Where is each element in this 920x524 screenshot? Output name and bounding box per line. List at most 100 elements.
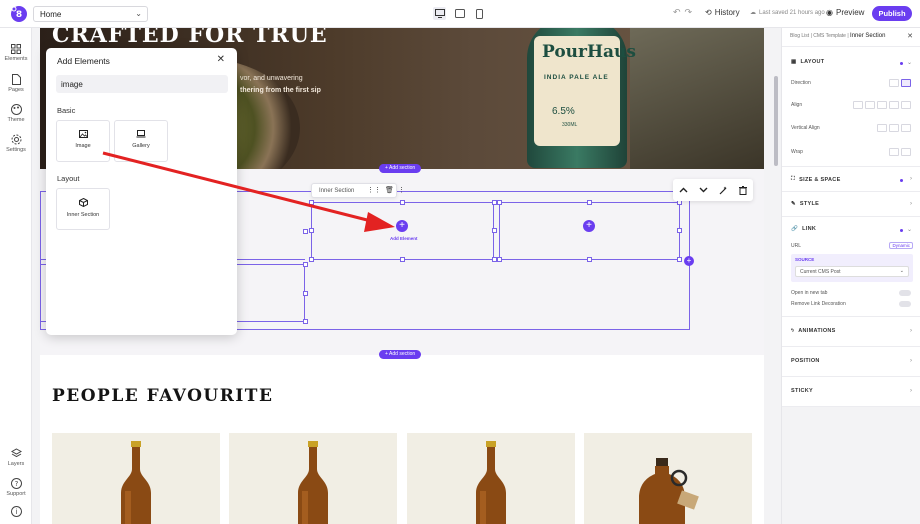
resize-handle[interactable] [303,319,308,324]
element-tile-image[interactable]: Image [56,120,110,162]
add-column-button[interactable]: + [684,256,694,266]
magic-wand-icon[interactable] [719,186,728,195]
info-icon: i [10,506,22,517]
element-search-input[interactable] [56,75,228,93]
vertical-align-option-button[interactable] [877,124,887,132]
publish-button[interactable]: Publish [872,6,912,21]
direction-row-button[interactable] [889,79,899,87]
vertical-align-label: Vertical Align [791,125,820,131]
section-header-label: LINK [802,226,817,232]
sidebar-item-settings[interactable]: Settings [0,134,32,153]
dynamic-badge[interactable]: Dynamic [889,242,913,249]
add-section-button[interactable]: + Add section [379,164,422,173]
app-logo-icon[interactable]: 8 [10,5,28,23]
style-section-header[interactable]: ✎ STYLE [791,201,819,207]
resize-handle[interactable] [400,257,405,262]
close-icon[interactable]: ✕ [907,32,913,40]
link-section-header[interactable]: 🔗 LINK [791,226,816,232]
resize-handle[interactable] [497,200,502,205]
sidebar-item-info[interactable]: i [0,506,32,519]
direction-column-button[interactable] [901,79,911,87]
align-option-button[interactable] [853,101,863,109]
desktop-view-button[interactable] [433,7,446,20]
undo-icon[interactable]: ↶ [673,7,685,17]
resize-handle[interactable] [400,200,405,205]
sticky-section-header[interactable]: STICKY [791,388,813,394]
tablet-view-button[interactable] [453,7,466,20]
chevron-up-icon[interactable] [679,187,688,193]
vertical-align-option-button[interactable] [901,124,911,132]
trash-icon[interactable] [739,185,748,195]
align-option-button[interactable] [877,101,887,109]
resize-handle[interactable] [587,257,592,262]
history-button[interactable]: ⟲ History [705,8,740,17]
add-section-button[interactable]: + Add section [379,350,422,359]
chevron-right-icon[interactable]: › [910,201,912,207]
animations-section-header[interactable]: ϟ ANIMATIONS [791,328,836,334]
breadcrumb-item[interactable]: Blog List [790,33,809,39]
resize-handle[interactable] [303,229,308,234]
chevron-down-icon[interactable]: ⌄ [907,59,912,66]
sidebar-item-pages[interactable]: Pages [0,74,32,93]
chevron-right-icon[interactable]: › [910,176,912,182]
redo-icon[interactable]: ↷ [685,7,697,17]
preview-button[interactable]: ◉ Preview [826,8,864,17]
close-icon[interactable]: ✕ [217,54,225,65]
mobile-icon [476,8,483,19]
wrap-on-button[interactable] [901,148,911,156]
align-option-button[interactable] [865,101,875,109]
sidebar-item-elements[interactable]: Elements [0,44,32,62]
drag-handle-icon[interactable]: ⋮⋮ [367,186,381,194]
svg-text:i: i [15,508,17,516]
remove-decoration-toggle[interactable] [899,301,911,307]
add-element-button[interactable]: + [396,220,408,232]
chevron-down-icon[interactable]: ⌄ [907,226,912,233]
product-card[interactable] [52,433,220,524]
chevron-right-icon[interactable]: › [910,328,912,334]
chevron-right-icon[interactable]: › [910,388,912,394]
resize-handle[interactable] [497,257,502,262]
palette-icon [10,104,22,115]
resize-handle[interactable] [587,200,592,205]
resize-handle[interactable] [492,228,497,233]
wrap-off-button[interactable] [889,148,899,156]
align-option-button[interactable] [889,101,899,109]
add-element-button[interactable]: + [583,220,595,232]
mobile-view-button[interactable] [473,7,486,20]
resize-handle[interactable] [309,257,314,262]
resize-handle[interactable] [309,228,314,233]
sidebar-item-layers[interactable]: Layers [0,448,32,467]
resize-handle[interactable] [303,291,308,296]
page-select[interactable]: Home ⌄ [33,6,148,22]
align-option-button[interactable] [901,101,911,109]
product-card[interactable] [407,433,575,524]
open-new-tab-toggle[interactable] [899,290,911,296]
sidebar-item-support[interactable]: ? Support [0,478,32,497]
sidebar-item-theme[interactable]: Theme [0,104,32,123]
trash-icon[interactable]: 🗑 [385,186,394,194]
layout-section-header[interactable]: ▦ LAYOUT [791,59,824,65]
canvas-scrollbar[interactable] [772,28,780,524]
product-card[interactable] [584,433,752,524]
more-icon[interactable]: ⋮ [398,186,405,194]
breadcrumb: Blog List | CMS Template | Inner Section [790,33,886,39]
resize-handle[interactable] [677,257,682,262]
vertical-align-option-button[interactable] [889,124,899,132]
open-new-tab-label: Open in new tab [791,290,828,296]
element-tile-inner-section[interactable]: Inner Section [56,188,110,230]
resize-handle[interactable] [303,262,308,267]
chevron-down-icon[interactable] [699,187,708,193]
resize-handle[interactable] [677,228,682,233]
scrollbar-thumb[interactable] [774,76,778,166]
size-space-section-header[interactable]: ⛶ SIZE & SPACE [791,176,841,183]
hero-glass-image [630,28,764,169]
chevron-right-icon[interactable]: › [910,358,912,364]
source-select[interactable]: Current CMS Post ⌄ [795,266,909,277]
element-tile-label: Gallery [132,143,150,149]
breadcrumb-item[interactable]: CMS Template [813,33,846,39]
add-element-label: Add Element [390,236,418,241]
product-card[interactable] [229,433,397,524]
position-section-header[interactable]: POSITION [791,358,820,364]
element-tile-gallery[interactable]: Gallery [114,120,168,162]
resize-handle[interactable] [309,200,314,205]
